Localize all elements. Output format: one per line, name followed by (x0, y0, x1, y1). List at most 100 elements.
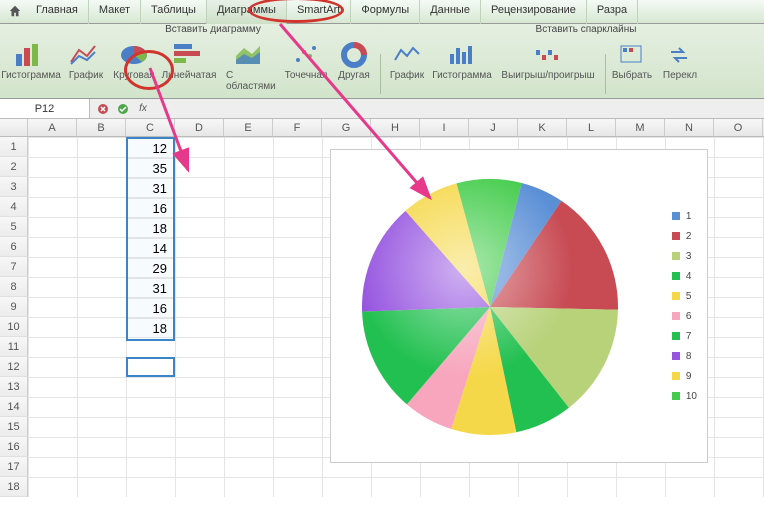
tab-data[interactable]: Данные (420, 0, 481, 24)
row-header[interactable]: 2 (0, 157, 28, 177)
legend-label: 2 (686, 231, 692, 242)
confirm-icon[interactable] (116, 102, 130, 116)
legend-swatch (672, 232, 680, 240)
row-header[interactable]: 3 (0, 177, 28, 197)
fx-icon[interactable]: fx (136, 102, 150, 116)
column-header[interactable]: C (126, 119, 175, 136)
legend-item: 6 (672, 306, 697, 326)
select-all-corner[interactable] (0, 119, 28, 136)
tab-tables[interactable]: Таблицы (141, 0, 207, 24)
column-header[interactable]: A (28, 119, 77, 136)
ribbon-column-chart[interactable]: Гистограмма (0, 40, 62, 98)
data-cell[interactable]: 14 (128, 239, 173, 259)
tab-charts[interactable]: Диаграммы (207, 0, 287, 24)
ribbon-label: Линейчатая (162, 70, 217, 81)
row-header[interactable]: 8 (0, 277, 28, 297)
ribbon-sparkline-column[interactable]: Гистограмма (431, 40, 493, 98)
data-cell[interactable]: 16 (128, 199, 173, 219)
legend-label: 8 (686, 351, 692, 362)
data-cell[interactable]: 18 (128, 219, 173, 239)
ribbon-label: Другая (338, 70, 370, 81)
row-header[interactable]: 16 (0, 437, 28, 457)
legend-swatch (672, 252, 680, 260)
row-header[interactable]: 6 (0, 237, 28, 257)
column-header[interactable]: N (665, 119, 714, 136)
ribbon-switch[interactable]: Перекл (656, 40, 704, 98)
column-header[interactable]: E (224, 119, 273, 136)
legend-label: 7 (686, 331, 692, 342)
legend-item: 3 (672, 246, 697, 266)
pie-chart-object[interactable]: 12345678910 (330, 149, 708, 463)
row-header[interactable]: 12 (0, 357, 28, 377)
ribbon-label: С областями (226, 70, 276, 92)
ribbon-select-data[interactable]: Выбрать (608, 40, 656, 98)
sparkline-line-icon (389, 40, 425, 70)
row-header[interactable]: 18 (0, 477, 28, 497)
ribbon-other-chart[interactable]: Другая (330, 40, 378, 98)
column-header[interactable]: D (175, 119, 224, 136)
column-headers: ABCDEFGHIJKLMNO (0, 119, 764, 137)
legend-label: 10 (686, 391, 697, 402)
legend-swatch (672, 392, 680, 400)
sparkline-column-icon (444, 40, 480, 70)
tab-smartart[interactable]: SmartArt (287, 0, 351, 24)
data-cell[interactable]: 29 (128, 259, 173, 279)
column-header[interactable]: L (567, 119, 616, 136)
column-header[interactable]: G (322, 119, 371, 136)
column-header[interactable]: J (469, 119, 518, 136)
scatter-chart-icon (288, 40, 324, 70)
column-header[interactable]: M (616, 119, 665, 136)
legend-item: 1 (672, 206, 697, 226)
ribbon-scatter-chart[interactable]: Точечная (282, 40, 330, 98)
column-header[interactable]: H (371, 119, 420, 136)
column-header[interactable]: B (77, 119, 126, 136)
legend-label: 4 (686, 271, 692, 282)
row-header[interactable]: 5 (0, 217, 28, 237)
data-cell[interactable]: 18 (128, 319, 173, 339)
spreadsheet: ABCDEFGHIJKLMNO 123456789101112131415161… (0, 119, 764, 497)
ribbon-pie-chart[interactable]: Круговая (110, 40, 158, 98)
column-header[interactable]: F (273, 119, 322, 136)
tab-dev[interactable]: Разра (587, 0, 638, 24)
legend-swatch (672, 372, 680, 380)
row-header[interactable]: 13 (0, 377, 28, 397)
ribbon-area-chart[interactable]: С областями (220, 40, 282, 98)
row-header[interactable]: 17 (0, 457, 28, 477)
tab-review[interactable]: Рецензирование (481, 0, 587, 24)
column-header[interactable]: O (714, 119, 763, 136)
row-header[interactable]: 10 (0, 317, 28, 337)
tab-formulas[interactable]: Формулы (351, 0, 420, 24)
data-cell[interactable]: 35 (128, 159, 173, 179)
row-header[interactable]: 4 (0, 197, 28, 217)
row-header[interactable]: 1 (0, 137, 28, 157)
name-box[interactable]: P12 (0, 99, 90, 118)
ribbon-label: Круговая (113, 70, 154, 81)
column-header[interactable]: I (420, 119, 469, 136)
tab-layout[interactable]: Макет (89, 0, 141, 24)
row-header[interactable]: 14 (0, 397, 28, 417)
column-header[interactable]: K (518, 119, 567, 136)
sparkline-winloss-icon (530, 40, 566, 70)
cancel-icon[interactable] (96, 102, 110, 116)
data-cell[interactable]: 31 (128, 279, 173, 299)
cell-grid[interactable]: 12353116181429311618 12345678910 (28, 137, 764, 497)
data-cell[interactable]: 16 (128, 299, 173, 319)
tab-home[interactable]: Главная (26, 0, 89, 24)
legend-swatch (672, 212, 680, 220)
data-cell[interactable]: 12 (128, 139, 173, 159)
legend-swatch (672, 292, 680, 300)
home-icon (8, 4, 22, 18)
ribbon-sparkline-line[interactable]: График (383, 40, 431, 98)
legend-item: 10 (672, 386, 697, 406)
row-header[interactable]: 7 (0, 257, 28, 277)
ribbon-sparkline-winloss[interactable]: Выигрыш/проигрыш (493, 40, 603, 98)
ribbon-bar-chart[interactable]: Линейчатая (158, 40, 220, 98)
data-cell[interactable]: 31 (128, 179, 173, 199)
ribbon-line-chart[interactable]: График (62, 40, 110, 98)
row-header[interactable]: 9 (0, 297, 28, 317)
ribbon-label: Гистограмма (1, 70, 61, 81)
row-header[interactable]: 15 (0, 417, 28, 437)
row-header[interactable]: 11 (0, 337, 28, 357)
selected-data-range[interactable]: 12353116181429311618 (126, 137, 175, 341)
active-cell[interactable] (126, 357, 175, 377)
